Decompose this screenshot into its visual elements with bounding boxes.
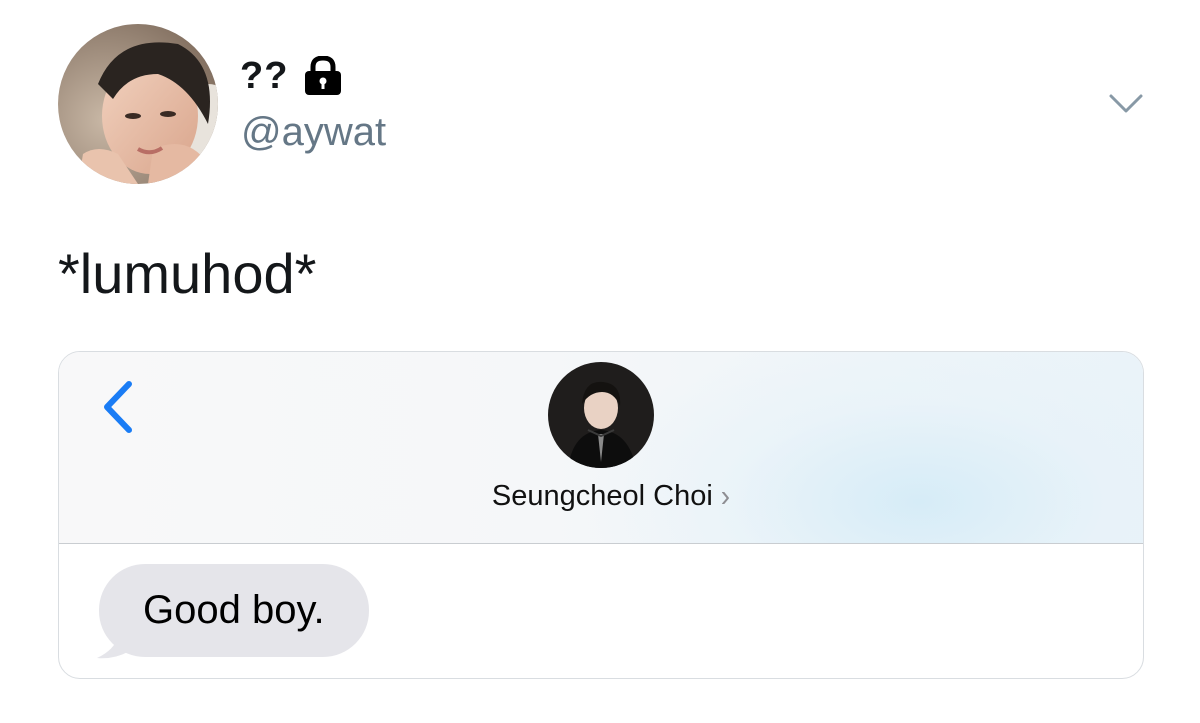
- contact-name: Seungcheol Choi: [491, 480, 713, 512]
- tweet-page: ?? @aywat *lumuhod* Seungcheol Choi › Go…: [0, 0, 1200, 723]
- tweet-media-card[interactable]: Seungcheol Choi › Good boy.: [58, 351, 1144, 679]
- message-bubble-incoming: Good boy.: [97, 564, 369, 659]
- chevron-right-icon: ›: [720, 478, 731, 513]
- contact-avatar[interactable]: [548, 362, 654, 468]
- lock-icon: [302, 56, 344, 96]
- message-header: Seungcheol Choi ›: [59, 352, 1143, 544]
- message-text: Good boy.: [99, 564, 369, 657]
- display-name-row[interactable]: ??: [240, 54, 344, 98]
- display-name: ??: [240, 54, 289, 97]
- contact-name-row[interactable]: Seungcheol Choi ›: [59, 478, 1143, 513]
- contact-avatar-image: [548, 362, 654, 468]
- chevron-down-icon[interactable]: [1108, 92, 1144, 121]
- user-avatar-image: [58, 24, 218, 184]
- chevron-left-icon[interactable]: [99, 378, 139, 441]
- user-avatar[interactable]: [58, 24, 218, 184]
- tweet-text: *lumuhod*: [58, 242, 317, 305]
- user-handle[interactable]: @aywat: [241, 110, 386, 155]
